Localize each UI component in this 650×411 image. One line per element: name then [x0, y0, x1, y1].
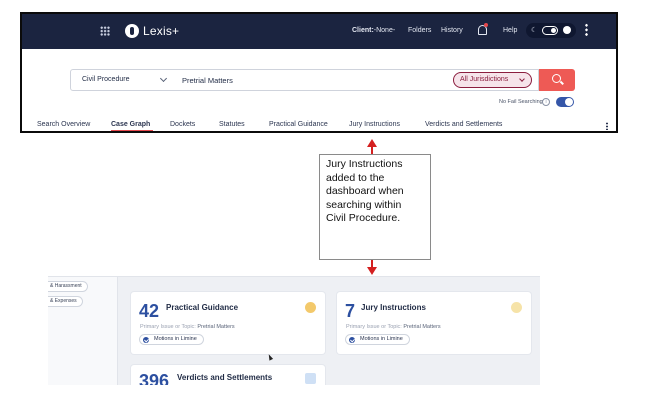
jurisdiction-label: All Jurisdictions [460, 76, 509, 83]
arrow-shaft-top [371, 146, 373, 154]
card-count: 396 [139, 371, 170, 385]
check-icon [349, 336, 355, 343]
lexis-logo-icon[interactable] [125, 24, 139, 38]
tab-search-overview[interactable]: Search Overview [37, 121, 90, 128]
card-count: 7 [345, 301, 356, 321]
card-meta: Primary Issue or Topic: Pretrial Matters [140, 324, 235, 330]
check-icon [143, 336, 149, 343]
tab-practical-guidance[interactable]: Practical Guidance [269, 121, 328, 128]
no-fail-searching-toggle[interactable] [556, 97, 574, 107]
tabs-more-icon[interactable] [606, 122, 608, 130]
card-meta-value: Pretrial Matters [197, 324, 235, 330]
card-title: Practical Guidance [166, 303, 239, 312]
tab-dockets[interactable]: Dockets [170, 121, 195, 128]
moon-icon: ☾ [531, 27, 538, 34]
top-nav-bar: Lexis+ Client:-None- Folders History Hel… [22, 14, 616, 49]
card-topic-chip[interactable]: Motions in Limine [139, 334, 204, 345]
search-icon [552, 74, 561, 83]
card-meta-value: Pretrial Matters [403, 324, 441, 330]
nav-folders-link[interactable]: Folders [408, 27, 431, 34]
sun-icon [563, 26, 571, 34]
tab-jury-instructions[interactable]: Jury Instructions [349, 121, 400, 128]
chevron-down-icon [519, 76, 525, 82]
verdicts-and-settlements-card[interactable]: 396 Verdicts and Settlements [131, 365, 325, 385]
result-tabs: Search Overview Case Graph Dockets Statu… [22, 121, 616, 131]
tab-case-graph[interactable]: Case Graph [111, 121, 150, 128]
book-icon [305, 302, 316, 313]
active-tab-indicator [111, 130, 153, 131]
card-count: 42 [139, 301, 160, 321]
jurisdiction-dropdown[interactable]: All Jurisdictions [453, 72, 532, 88]
building-icon [305, 373, 316, 384]
chip-label: Motions in Limine [154, 336, 197, 342]
card-title: Verdicts and Settlements [177, 373, 273, 382]
side-filter-chip[interactable]: & Harassment [48, 281, 88, 292]
card-title: Jury Instructions [361, 303, 426, 312]
notification-badge [484, 23, 488, 27]
card-meta-label: Primary Issue or Topic: [346, 324, 402, 330]
more-menu-icon[interactable] [585, 23, 588, 37]
theme-toggle[interactable]: ☾ [526, 23, 576, 38]
card-topic-chip[interactable]: Motions in Limine [345, 334, 410, 345]
side-filter-chip[interactable]: & Expenses [48, 296, 83, 307]
arrow-down-icon [367, 267, 377, 275]
logo-text[interactable]: Lexis+ [143, 24, 179, 38]
client-selector[interactable]: Client:-None- [352, 27, 395, 34]
practical-guidance-card[interactable]: 42 Practical Guidance Primary Issue or T… [131, 292, 325, 354]
chevron-down-icon [159, 74, 168, 83]
filter-side-panel: & Harassment & Expenses [48, 277, 118, 385]
tab-verdicts-and-settlements[interactable]: Verdicts and Settlements [425, 121, 502, 128]
pencil-icon [511, 302, 522, 313]
dashboard-screenshot: & Harassment & Expenses 42 Practical Gui… [48, 276, 540, 385]
no-fail-searching-label: No Fail Searching [499, 99, 543, 105]
practice-area-select[interactable]: Civil Procedure [70, 69, 174, 91]
nav-help-link[interactable]: Help [503, 27, 517, 34]
callout-box: Jury Instructions added to the dashboard… [319, 154, 431, 260]
chip-label: Motions in Limine [360, 336, 403, 342]
card-meta: Primary Issue or Topic: Pretrial Matters [346, 324, 441, 330]
tab-statutes[interactable]: Statutes [219, 121, 245, 128]
client-value: -None- [373, 27, 396, 34]
app-grid-icon[interactable] [100, 26, 110, 36]
theme-switch[interactable] [542, 26, 558, 35]
card-meta-label: Primary Issue or Topic: [140, 324, 196, 330]
callout-text: Jury Instructions added to the dashboard… [326, 158, 404, 224]
jury-instructions-card[interactable]: 7 Jury Instructions Primary Issue or Top… [337, 292, 531, 354]
client-label: Client: [352, 27, 374, 34]
nav-history-link[interactable]: History [441, 27, 463, 34]
practice-area-value: Civil Procedure [82, 76, 130, 83]
info-icon[interactable]: i [542, 98, 550, 106]
search-button[interactable] [539, 69, 575, 91]
search-page-screenshot: Lexis+ Client:-None- Folders History Hel… [20, 12, 618, 133]
